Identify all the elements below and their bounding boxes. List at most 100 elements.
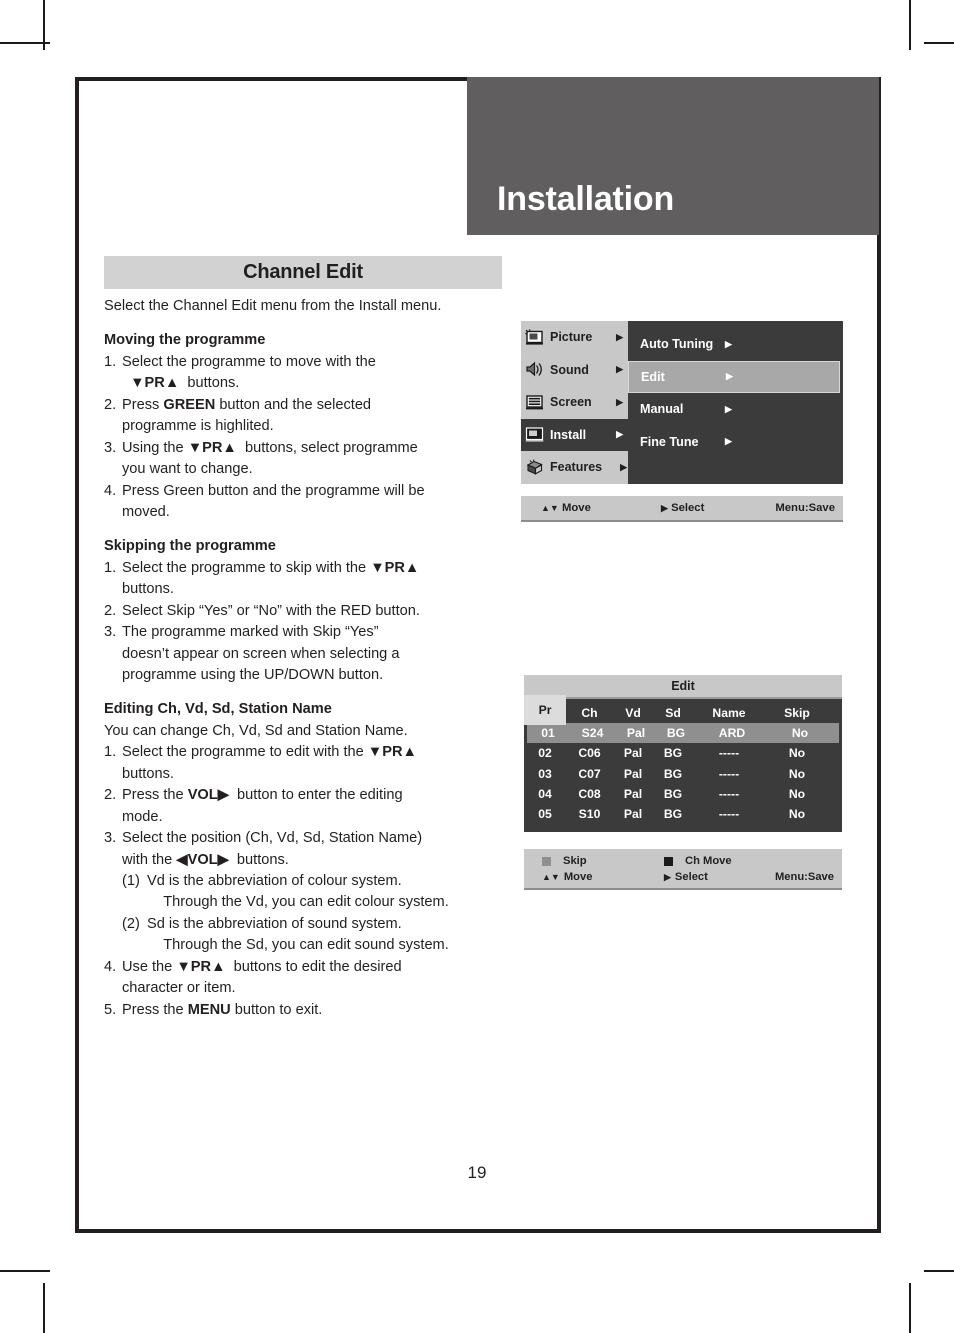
cell-ch: C07	[578, 766, 601, 781]
osd-footer-select: ▶ Select	[664, 871, 774, 883]
osd-menu-item-sound[interactable]: Sound ▶	[521, 354, 628, 387]
osd-menu-item-label: Sound	[550, 362, 589, 377]
page-title: Installation	[497, 180, 675, 218]
page-number: 19	[467, 1163, 487, 1182]
osd-menu-item-features[interactable]: Features ▶	[521, 451, 628, 484]
list-number: 3.	[104, 830, 117, 847]
osd-menu-item-screen[interactable]: Screen ▶	[521, 386, 628, 419]
osd-menu-item-label: Screen	[550, 395, 592, 410]
chevron-right-icon: ▶	[616, 396, 623, 407]
list-text: Select the programme to edit with the ▼P…	[122, 744, 417, 782]
table-header-row: Pr Ch Vd Sd Name Skip	[524, 695, 842, 726]
cell-vd: Pal	[623, 766, 643, 781]
list-number: 1.	[104, 744, 117, 761]
list-text: Press the MENU button to exit.	[122, 1001, 323, 1018]
chevron-right-icon: ▶	[726, 371, 733, 382]
list-text: Using the ▼PR▲ buttons, select programme…	[122, 439, 418, 478]
crop-mark-bottom-right-v	[909, 1283, 911, 1333]
crop-mark-bottom-right-h	[924, 1270, 954, 1272]
list-text: Press Green button and the programme wil…	[122, 482, 425, 520]
cell-sd: BG	[663, 766, 683, 781]
osd-edit-table: Pr Ch Vd Sd Name Skip 01 S24 Pal BG ARD …	[524, 695, 842, 833]
osd-menu-item-install[interactable]: Install ▶	[521, 418, 628, 451]
list-number: 3.	[104, 624, 117, 641]
cell-pr: 02	[538, 746, 552, 761]
list-item: 5. Press the MENU button to exit.	[104, 1000, 514, 1021]
instructions-column: Select the Channel Edit menu from the In…	[104, 296, 514, 1021]
list-item: 1. Select the programme to skip with the…	[104, 558, 514, 601]
osd-footer-select: ▶ Select	[661, 502, 771, 514]
list-number: 2.	[104, 602, 117, 619]
chevron-right-icon: ▶	[725, 436, 732, 447]
osd-menu-item-label: Picture	[550, 330, 593, 345]
list-text: Select the position (Ch, Vd, Sd, Station…	[122, 830, 423, 868]
table-row[interactable]: 04 C08 Pal BG ----- No	[524, 784, 842, 804]
table-row[interactable]: 05 S10 Pal BG ----- No	[524, 804, 842, 824]
cell-pr: 04	[538, 786, 552, 801]
cell-name: -----	[718, 786, 740, 801]
list-number: 1.	[104, 353, 117, 370]
osd-footer-save-label: Menu:Save	[775, 501, 835, 514]
table-row[interactable]: 02 C06 Pal BG ----- No	[524, 743, 842, 763]
table-row[interactable]: 03 C07 Pal BG ----- No	[524, 764, 842, 784]
osd-footer-skip-label: Skip	[563, 855, 587, 868]
list-number: 4.	[104, 482, 117, 499]
list-item: 2. Select Skip “Yes” or “No” with the RE…	[104, 601, 514, 622]
list-number: 5.	[104, 1001, 117, 1018]
list-number: 4.	[104, 958, 117, 975]
red-button-icon	[542, 856, 551, 866]
features-icon	[525, 459, 545, 476]
cell-ch: C06	[578, 746, 601, 761]
osd-footer-ch-move-label: Ch Move	[685, 855, 732, 868]
cell-sd: BG	[663, 746, 683, 761]
osd-menu-item-label: Features	[550, 460, 603, 475]
list-item: 4. Use the ▼PR▲ buttons to edit the desi…	[104, 957, 514, 1000]
cell-vd: Pal	[623, 786, 643, 801]
osd-edit-screen-screenshot: Edit Pr Ch Vd Sd Name Skip 01 S24 Pal BG…	[524, 675, 842, 891]
list-item: 4. Press Green button and the programme …	[104, 481, 514, 524]
crop-mark-top-right-v	[909, 0, 911, 50]
column-header-ch: Ch	[581, 706, 598, 721]
osd-footer-ch-move: Ch Move	[664, 855, 774, 867]
list-text: Select the programme to move with the ▼P…	[122, 353, 376, 392]
intro-paragraph: Select the Channel Edit menu from the In…	[104, 298, 442, 314]
chevron-right-icon: ▶	[725, 338, 732, 349]
osd-install-submenu-list: Auto Tuning ▶ Edit ▶ Manual ▶ Fine Tune …	[628, 321, 843, 484]
osd-footer-move-label: Move	[563, 871, 593, 884]
osd-menu-footer-bar: ▲▼ Move ▶ Select Menu:Save	[521, 495, 843, 522]
cell-vd: Pal	[626, 726, 646, 741]
cell-name: -----	[718, 807, 740, 822]
cell-ch: C08	[578, 786, 601, 801]
section-heading-bar: Channel Edit	[104, 256, 502, 289]
list-item-sub: (1) Vd is the abbreviation of colour sys…	[104, 871, 514, 914]
osd-submenu-item-fine-tune[interactable]: Fine Tune ▶	[628, 426, 843, 459]
list-item: 1. Select the programme to move with the…	[104, 352, 514, 395]
osd-install-menu-screenshot: Picture ▶ Sound ▶ Screen ▶ Install ▶ Fea…	[521, 321, 843, 522]
osd-menu-item-label: Install	[550, 427, 587, 442]
cell-pr: 03	[538, 766, 552, 781]
osd-submenu-label: Edit	[641, 369, 665, 384]
list-text: Sd is the abbreviation of sound system. …	[147, 915, 449, 954]
list-text: The programme marked with Skip “Yes” does…	[122, 624, 400, 683]
osd-submenu-item-manual[interactable]: Manual ▶	[628, 393, 843, 426]
osd-menu-item-picture[interactable]: Picture ▶	[521, 321, 628, 354]
list-item: 1. Select the programme to edit with the…	[104, 742, 514, 785]
column-header-sd: Sd	[665, 706, 681, 721]
osd-submenu-item-edit[interactable]: Edit ▶	[628, 360, 840, 393]
cell-ch: S10	[578, 807, 601, 822]
list-number: 2.	[104, 396, 117, 413]
table-row[interactable]: 01 S24 Pal BG ARD No	[527, 723, 839, 744]
cell-vd: Pal	[623, 807, 643, 822]
osd-submenu-item-auto-tuning[interactable]: Auto Tuning ▶	[628, 328, 843, 361]
cell-name: -----	[718, 746, 740, 761]
cell-name: ARD	[718, 726, 746, 741]
picture-icon	[525, 328, 545, 346]
osd-edit-footer-row-1: Skip Ch Move	[524, 853, 842, 869]
list-item: 3. The programme marked with Skip “Yes” d…	[104, 622, 514, 686]
list-item: 2. Press GREEN button and the selected pr…	[104, 395, 514, 438]
list-text: Vd is the abbreviation of colour system.…	[147, 872, 449, 911]
right-arrow-icon: ▶	[661, 502, 668, 513]
right-arrow-icon: ▶	[664, 871, 671, 882]
